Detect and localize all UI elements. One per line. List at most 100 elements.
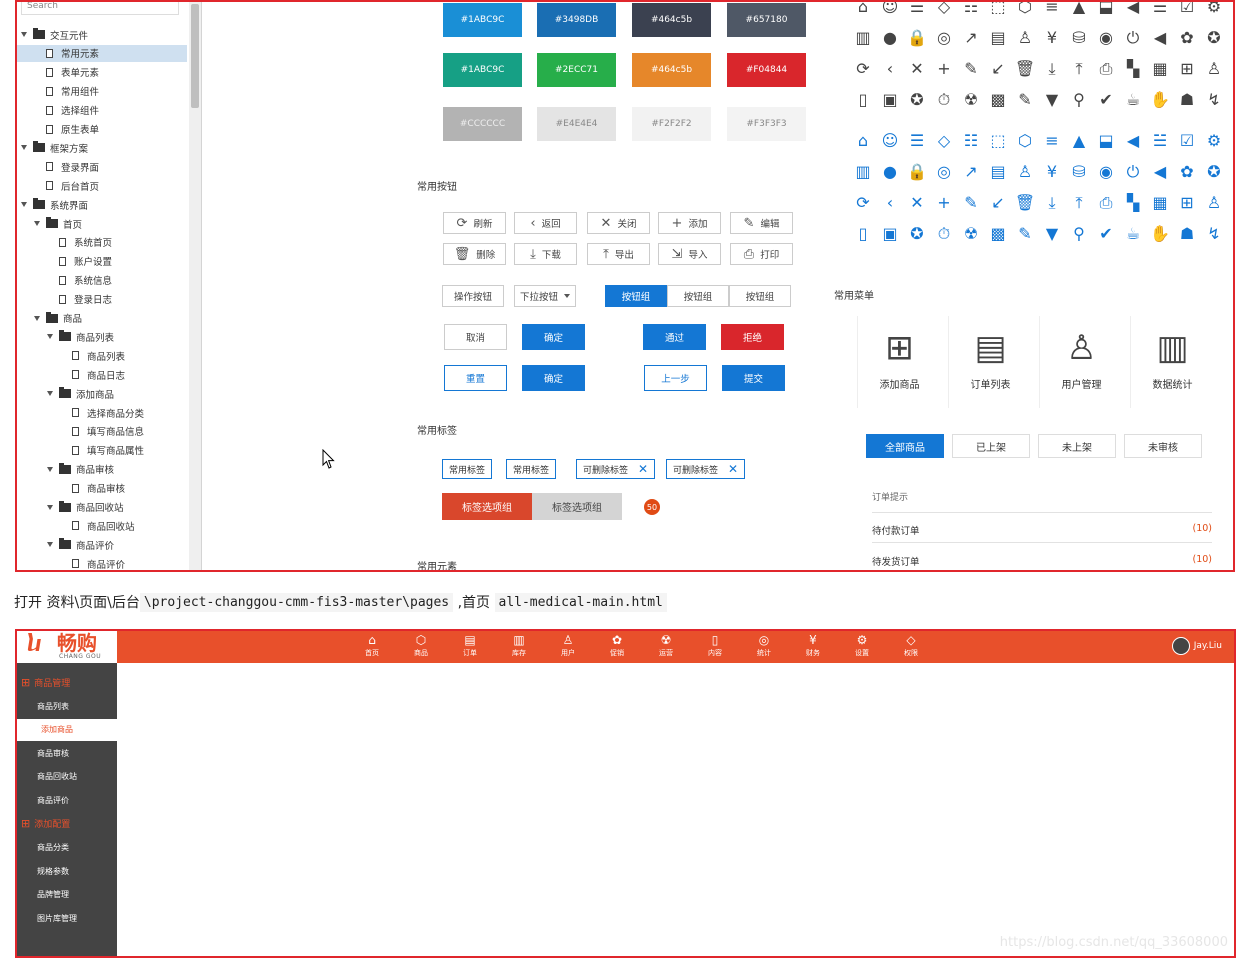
tag-tab-inactive[interactable]: 标签选项组 — [532, 493, 622, 520]
glyph-icon[interactable]: ✎ — [960, 58, 982, 80]
glyph-icon[interactable]: ▚ — [1122, 58, 1144, 80]
confirm-button[interactable]: 确定 — [522, 324, 585, 350]
glyph-icon[interactable]: ⬡ — [1014, 130, 1036, 152]
glyph-icon[interactable]: ☰ — [906, 130, 928, 152]
glyph-icon[interactable]: ¥ — [1041, 27, 1063, 49]
glyph-icon[interactable]: ≡ — [1041, 2, 1063, 18]
tree-node[interactable]: 商品回收站 — [17, 517, 135, 534]
glyph-icon[interactable]: ≡ — [1041, 130, 1063, 152]
nav-0[interactable]: ⌂ 首页 — [352, 631, 392, 663]
glyph-icon[interactable]: ✔ — [1095, 223, 1117, 245]
icon-button-7[interactable]: ⤒ 导出 — [587, 243, 650, 265]
tag-1[interactable]: 常用标签 — [442, 459, 493, 479]
left-nav-item[interactable]: 商品评价 — [17, 789, 117, 811]
glyph-icon[interactable]: ▣ — [879, 223, 901, 245]
expand-arrow-icon[interactable] — [47, 391, 53, 397]
glyph-icon[interactable]: ↙ — [987, 192, 1009, 214]
glyph-icon[interactable]: ☱ — [1149, 130, 1171, 152]
nav-11[interactable]: ◇ 权限 — [891, 631, 931, 663]
left-nav-item[interactable]: 商品分类 — [17, 837, 117, 859]
expand-arrow-icon[interactable] — [21, 202, 27, 208]
glyph-icon[interactable]: ▯ — [852, 223, 874, 245]
icon-button-9[interactable]: ⎙ 打印 — [730, 243, 793, 265]
icon-button-5[interactable]: 🗑 删除 — [443, 243, 506, 265]
glyph-icon[interactable]: ✋ — [1149, 89, 1171, 111]
glyph-icon[interactable]: ✔ — [1095, 89, 1117, 111]
close-icon[interactable]: ✕ — [638, 462, 648, 476]
nav-4[interactable]: ♙ 用户 — [548, 631, 588, 663]
glyph-icon[interactable]: ✕ — [906, 192, 928, 214]
glyph-icon[interactable]: ⊞ — [1176, 58, 1198, 80]
order-row[interactable]: 待发货订单 (10) — [872, 554, 1212, 568]
glyph-icon[interactable]: ☑ — [1176, 130, 1198, 152]
tree-node[interactable]: 常用组件 — [17, 83, 99, 100]
glyph-icon[interactable]: ⟳ — [852, 58, 874, 80]
glyph-icon[interactable]: ✋ — [1149, 223, 1171, 245]
glyph-icon[interactable]: ✪ — [906, 89, 928, 111]
close-icon[interactable]: ✕ — [728, 462, 738, 476]
icon-button-4[interactable]: ✎ 编辑 — [730, 212, 793, 234]
glyph-icon[interactable]: ◇ — [933, 2, 955, 18]
search-input[interactable]: Search — [21, 2, 179, 15]
glyph-icon[interactable]: ♙ — [1014, 27, 1036, 49]
glyph-icon[interactable]: ◀ — [1122, 130, 1144, 152]
glyph-icon[interactable]: ☕ — [1122, 223, 1144, 245]
glyph-icon[interactable]: ♙ — [1203, 58, 1225, 80]
tree-node[interactable]: 商品审核 — [17, 480, 125, 497]
glyph-icon[interactable]: ▥ — [852, 161, 874, 183]
glyph-icon[interactable]: ⬓ — [1095, 2, 1117, 18]
glyph-icon[interactable]: 🔒 — [906, 27, 928, 49]
logo[interactable]: ⴑ 畅购 CHANG GOU — [17, 631, 117, 663]
icon-button-3[interactable]: + 添加 — [658, 212, 721, 234]
glyph-icon[interactable]: ‹ — [879, 58, 901, 80]
glyph-icon[interactable]: ⌂ — [852, 130, 874, 152]
glyph-icon[interactable]: ☷ — [960, 130, 982, 152]
glyph-icon[interactable]: ⬚ — [987, 2, 1009, 18]
expand-arrow-icon[interactable] — [34, 221, 40, 226]
expand-arrow-icon[interactable] — [34, 315, 40, 321]
tree-node[interactable]: 商品日志 — [17, 366, 125, 383]
glyph-icon[interactable]: 🔒 — [906, 161, 928, 183]
tree-node[interactable]: 填写商品属性 — [17, 442, 144, 459]
nav-10[interactable]: ⚙ 设置 — [842, 631, 882, 663]
glyph-icon[interactable]: ✿ — [1176, 161, 1198, 183]
glyph-icon[interactable]: ☷ — [960, 2, 982, 18]
glyph-icon[interactable]: ‹ — [879, 192, 901, 214]
tree-folder[interactable]: 商品 — [17, 310, 82, 327]
glyph-icon[interactable]: ☗ — [1176, 89, 1198, 111]
user-menu[interactable]: Jay.Liu — [1171, 637, 1222, 655]
glyph-icon[interactable]: ☺ — [879, 130, 901, 152]
tree-node[interactable]: 商品列表 — [17, 347, 125, 364]
group-button-2[interactable]: 按钮组 — [667, 285, 729, 307]
tree-folder[interactable]: 添加商品 — [17, 385, 114, 402]
glyph-icon[interactable]: ⤒ — [1068, 192, 1090, 214]
tree-node[interactable]: 登录日志 — [17, 291, 112, 308]
menu-card-2[interactable]: ♙ 用户管理 — [1039, 316, 1123, 408]
glyph-icon[interactable]: ⬚ — [987, 130, 1009, 152]
glyph-icon[interactable]: ▤ — [987, 27, 1009, 49]
glyph-icon[interactable]: ⎙ — [1095, 58, 1117, 80]
nav-9[interactable]: ¥ 财务 — [793, 631, 833, 663]
glyph-icon[interactable]: ⛁ — [1068, 27, 1090, 49]
expand-arrow-icon[interactable] — [47, 504, 53, 510]
cancel-button[interactable]: 取消 — [444, 324, 507, 350]
sidebar-scrollbar[interactable] — [189, 2, 201, 570]
tree-node[interactable]: 填写商品信息 — [17, 423, 144, 440]
glyph-icon[interactable]: ✪ — [1203, 161, 1225, 183]
glyph-icon[interactable]: ↯ — [1203, 89, 1225, 111]
nav-6[interactable]: ☢ 运营 — [646, 631, 686, 663]
icon-button-8[interactable]: ⇲ 导入 — [658, 243, 721, 265]
glyph-icon[interactable]: ✎ — [1014, 89, 1036, 111]
tree-node[interactable]: 表单元素 — [17, 64, 99, 81]
glyph-icon[interactable]: ▩ — [987, 89, 1009, 111]
op-button[interactable]: 操作按钮 — [442, 285, 504, 307]
glyph-icon[interactable]: ⬓ — [1095, 130, 1117, 152]
glyph-icon[interactable]: ◀ — [1122, 2, 1144, 18]
glyph-icon[interactable]: ↗ — [960, 161, 982, 183]
tree-node[interactable]: 登录界面 — [17, 158, 99, 175]
glyph-icon[interactable]: ⚙ — [1203, 130, 1225, 152]
tree-node[interactable]: 选择组件 — [17, 102, 99, 119]
left-nav-item[interactable]: 商品回收站 — [17, 766, 117, 788]
glyph-icon[interactable]: ◉ — [1095, 161, 1117, 183]
left-nav-item[interactable]: 添加商品 — [17, 718, 117, 741]
